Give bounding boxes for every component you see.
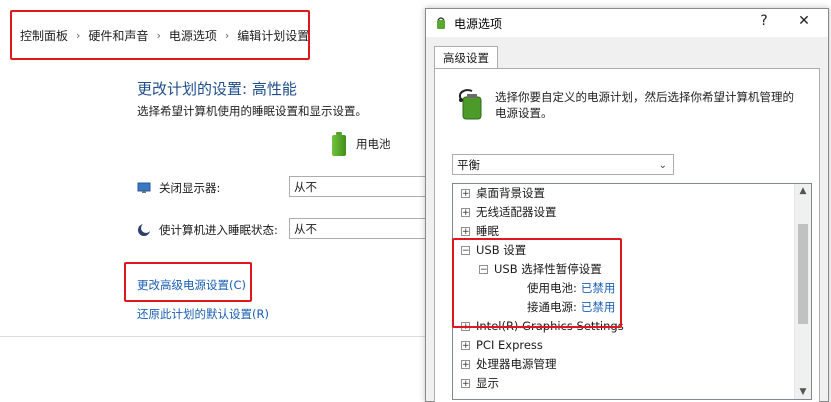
expand-icon[interactable]: + (461, 189, 470, 199)
help-button[interactable]: ? (754, 13, 774, 29)
scroll-down-icon[interactable]: ▼ (795, 387, 811, 397)
monitor-icon (137, 182, 151, 193)
tree-item-label: 显示 (476, 376, 499, 390)
setting-row-display-off: 关闭显示器: (137, 180, 220, 196)
dialog-title: 电源选项 (454, 16, 503, 31)
setting-label-sleep: 使计算机进入睡眠状态: (159, 223, 278, 237)
tree-item-label: 处理器电源管理 (476, 357, 557, 371)
divider (0, 336, 430, 337)
battery-column-label: 用电池 (356, 137, 391, 151)
tree-item-label: 桌面背景设置 (476, 186, 545, 200)
power-options-dialog: 电源选项 ? ✕ 高级设置 选择你要自定义的电源计划，然后选择你希望计算机管理的… (425, 8, 829, 402)
battery-plan-icon (459, 89, 482, 120)
advanced-settings-panel: 选择你要自定义的电源计划，然后选择你希望计算机管理的电源设置。 平衡 ⌄ + 桌面… (434, 68, 820, 402)
tab-advanced-settings[interactable]: 高级设置 (434, 46, 498, 69)
tree-item[interactable]: + 处理器电源管理 (461, 355, 557, 374)
battery-column-header: 用电池 (332, 132, 391, 156)
scroll-up-icon[interactable]: ▲ (795, 186, 811, 196)
display-off-select-value: 从不 (294, 180, 317, 194)
dialog-titlebar[interactable]: 电源选项 ? ✕ (426, 9, 828, 37)
setting-label-display-off: 关闭显示器: (159, 181, 221, 195)
power-plan-select[interactable]: 平衡 ⌄ (452, 154, 674, 175)
tree-item[interactable]: + 显示 (461, 374, 499, 393)
tree-item-label: 无线适配器设置 (476, 205, 557, 219)
dialog-description: 选择你要自定义的电源计划，然后选择你希望计算机管理的电源设置。 (495, 90, 794, 120)
chevron-down-icon: ⌄ (658, 160, 667, 171)
scroll-thumb[interactable] (798, 224, 808, 324)
power-plan-select-value: 平衡 (457, 158, 480, 172)
expand-icon[interactable]: + (461, 341, 470, 351)
close-button[interactable]: ✕ (794, 13, 814, 29)
page-subtitle: 选择希望计算机使用的睡眠设置和显示设置。 (137, 104, 367, 118)
expand-icon[interactable]: + (461, 208, 470, 218)
sleep-select[interactable]: 从不 (289, 218, 429, 239)
tree-item[interactable]: + PCI Express (461, 336, 543, 355)
battery-icon (332, 132, 346, 156)
expand-icon[interactable]: + (461, 360, 470, 370)
power-plan-icon (437, 17, 445, 29)
expand-icon[interactable]: + (461, 227, 470, 237)
highlight-box-advanced-link (124, 262, 252, 302)
display-off-select[interactable]: 从不 (289, 176, 429, 197)
restore-defaults-link[interactable]: 还原此计划的默认设置(R) (137, 306, 269, 322)
tree-item-label: PCI Express (476, 338, 543, 352)
tree-item[interactable]: + 无线适配器设置 (461, 203, 557, 222)
page-title: 更改计划的设置: 高性能 (137, 80, 297, 98)
tree-item[interactable]: + 桌面背景设置 (461, 184, 545, 203)
tree-scrollbar[interactable]: ▲ ▼ (794, 184, 811, 399)
setting-row-sleep: 使计算机进入睡眠状态: (137, 222, 278, 238)
sleep-select-value: 从不 (294, 222, 317, 236)
moon-icon (138, 223, 151, 236)
highlight-box-usb-settings (452, 238, 622, 328)
expand-icon[interactable]: + (461, 379, 470, 389)
highlight-box-breadcrumb (10, 10, 310, 60)
